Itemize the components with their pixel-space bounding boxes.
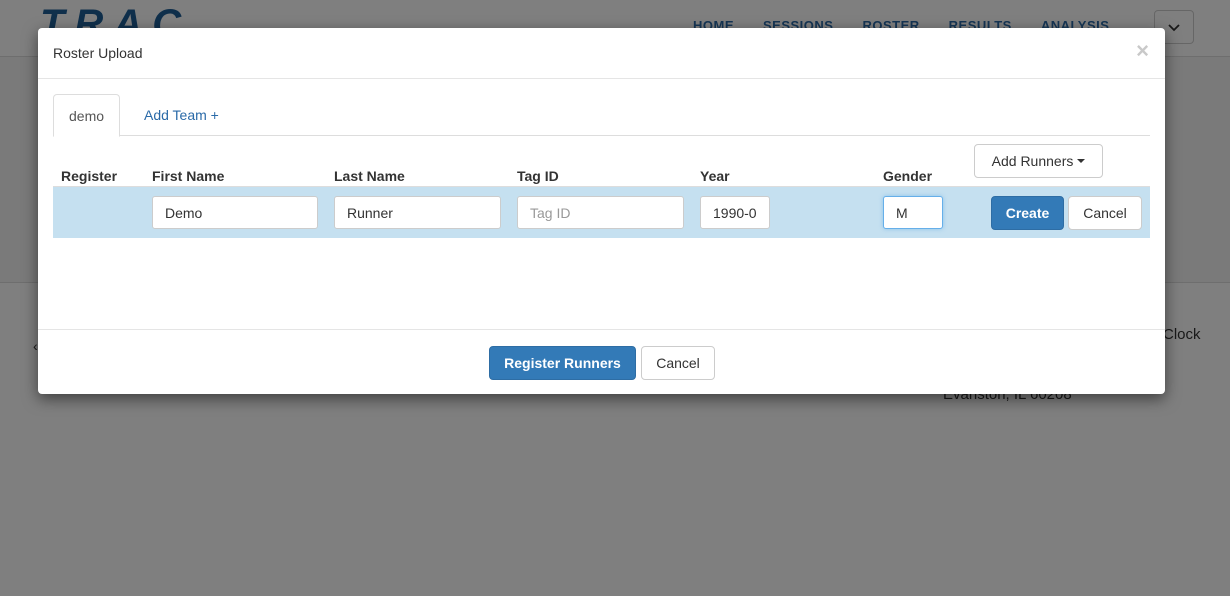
tab-add-team[interactable]: Add Team +	[129, 94, 234, 136]
footer-cancel-button[interactable]: Cancel	[641, 346, 715, 380]
column-header-last-name: Last Name	[334, 168, 405, 184]
close-icon[interactable]: ×	[1136, 40, 1149, 62]
column-header-tag-id: Tag ID	[517, 168, 559, 184]
caret-down-icon	[1077, 159, 1086, 163]
row-cancel-button[interactable]: Cancel	[1068, 196, 1142, 230]
column-header-gender: Gender	[883, 168, 933, 184]
roster-upload-modal: Roster Upload × demo Add Team + Register…	[38, 28, 1165, 394]
modal-title: Roster Upload	[53, 45, 143, 61]
add-runners-button[interactable]: Add Runners	[974, 144, 1103, 178]
gender-input[interactable]	[883, 196, 943, 229]
year-input[interactable]	[700, 196, 770, 229]
column-header-first-name: First Name	[152, 168, 225, 184]
modal-header: Roster Upload ×	[38, 28, 1165, 79]
create-button[interactable]: Create	[991, 196, 1064, 230]
tab-demo[interactable]: demo	[53, 94, 121, 137]
team-tabs: demo Add Team +	[53, 94, 1150, 137]
first-name-input[interactable]	[152, 196, 318, 229]
add-runners-label: Add Runners	[991, 153, 1074, 169]
column-header-register: Register	[61, 168, 118, 184]
last-name-input[interactable]	[334, 196, 501, 229]
register-runners-button[interactable]: Register Runners	[489, 346, 636, 380]
modal-footer: Register Runners Cancel	[38, 329, 1165, 394]
tag-id-input[interactable]	[517, 196, 684, 229]
column-header-year: Year	[700, 168, 730, 184]
